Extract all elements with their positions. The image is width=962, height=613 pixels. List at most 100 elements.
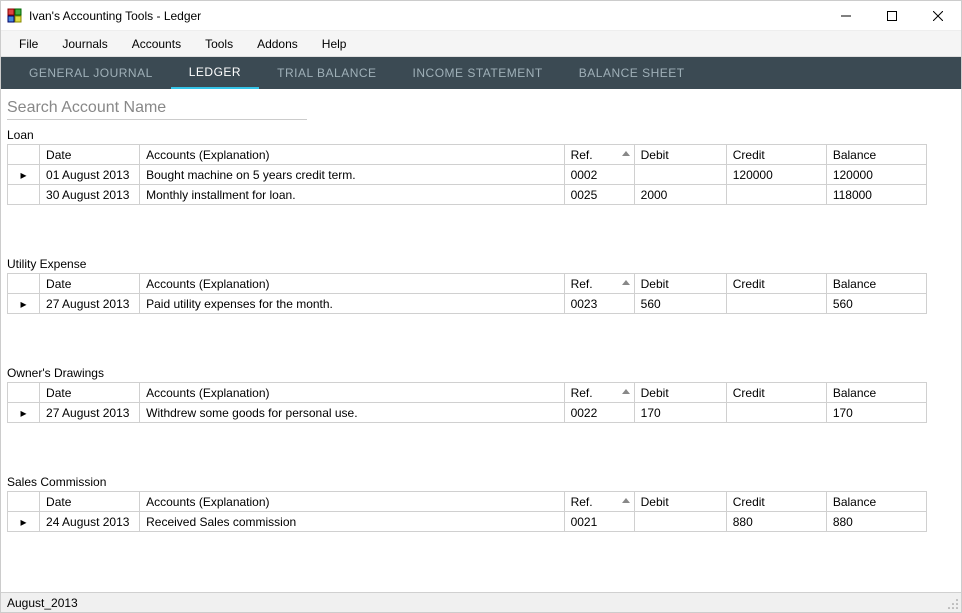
column-header-balance[interactable]: Balance xyxy=(826,492,926,512)
cell-debit[interactable] xyxy=(634,165,726,185)
cell-ref[interactable]: 0025 xyxy=(564,185,634,205)
account-name-label: Loan xyxy=(7,126,961,144)
tab-ledger[interactable]: LEDGER xyxy=(171,57,259,89)
cell-explanation[interactable]: Monthly installment for loan. xyxy=(140,185,564,205)
minimize-button[interactable] xyxy=(823,1,869,31)
cell-balance[interactable]: 880 xyxy=(826,512,926,532)
cell-date[interactable]: 24 August 2013 xyxy=(40,512,140,532)
table-row[interactable]: 30 August 2013Monthly installment for lo… xyxy=(8,185,927,205)
account-name-label: Utility Expense xyxy=(7,255,961,273)
column-header-date[interactable]: Date xyxy=(40,274,140,294)
cell-explanation[interactable]: Bought machine on 5 years credit term. xyxy=(140,165,564,185)
cell-debit[interactable]: 560 xyxy=(634,294,726,314)
cell-date[interactable]: 30 August 2013 xyxy=(40,185,140,205)
row-indicator-icon[interactable]: ▸ xyxy=(8,294,40,314)
column-header-balance[interactable]: Balance xyxy=(826,274,926,294)
cell-explanation[interactable]: Received Sales commission xyxy=(140,512,564,532)
account-section: Utility ExpenseDateAccounts (Explanation… xyxy=(7,255,961,314)
column-header-date[interactable]: Date xyxy=(40,145,140,165)
cell-date[interactable]: 01 August 2013 xyxy=(40,165,140,185)
column-header-credit[interactable]: Credit xyxy=(726,274,826,294)
column-header-ref[interactable]: Ref. xyxy=(564,383,634,403)
cell-ref[interactable]: 0023 xyxy=(564,294,634,314)
cell-date[interactable]: 27 August 2013 xyxy=(40,403,140,423)
row-indicator-icon[interactable]: ▸ xyxy=(8,165,40,185)
cell-ref[interactable]: 0021 xyxy=(564,512,634,532)
close-button[interactable] xyxy=(915,1,961,31)
table-row[interactable]: ▸01 August 2013Bought machine on 5 years… xyxy=(8,165,927,185)
column-header-explanation[interactable]: Accounts (Explanation) xyxy=(140,145,564,165)
column-header-debit[interactable]: Debit xyxy=(634,492,726,512)
app-icon xyxy=(7,8,23,24)
menu-journals[interactable]: Journals xyxy=(50,33,119,55)
column-header-credit[interactable]: Credit xyxy=(726,492,826,512)
column-header-ref[interactable]: Ref. xyxy=(564,274,634,294)
search-bar xyxy=(1,89,961,126)
cell-credit[interactable] xyxy=(726,403,826,423)
cell-balance[interactable]: 118000 xyxy=(826,185,926,205)
cell-debit[interactable]: 170 xyxy=(634,403,726,423)
column-header-row[interactable] xyxy=(8,145,40,165)
column-header-row[interactable] xyxy=(8,492,40,512)
cell-explanation[interactable]: Withdrew some goods for personal use. xyxy=(140,403,564,423)
row-indicator-icon[interactable]: ▸ xyxy=(8,512,40,532)
column-header-row[interactable] xyxy=(8,383,40,403)
cell-credit[interactable]: 880 xyxy=(726,512,826,532)
ledger-table[interactable]: DateAccounts (Explanation)Ref.DebitCredi… xyxy=(7,382,927,423)
tab-trial-balance[interactable]: TRIAL BALANCE xyxy=(259,57,394,89)
table-row[interactable]: ▸27 August 2013Paid utility expenses for… xyxy=(8,294,927,314)
resize-grip-icon[interactable] xyxy=(947,598,959,610)
menu-addons[interactable]: Addons xyxy=(245,33,310,55)
titlebar: Ivan's Accounting Tools - Ledger xyxy=(1,1,961,31)
ledger-table[interactable]: DateAccounts (Explanation)Ref.DebitCredi… xyxy=(7,491,927,532)
column-header-credit[interactable]: Credit xyxy=(726,383,826,403)
column-header-balance[interactable]: Balance xyxy=(826,145,926,165)
column-header-debit[interactable]: Debit xyxy=(634,383,726,403)
column-header-explanation[interactable]: Accounts (Explanation) xyxy=(140,274,564,294)
maximize-button[interactable] xyxy=(869,1,915,31)
column-header-date[interactable]: Date xyxy=(40,492,140,512)
row-indicator-icon[interactable] xyxy=(8,185,40,205)
column-header-explanation[interactable]: Accounts (Explanation) xyxy=(140,383,564,403)
cell-balance[interactable]: 560 xyxy=(826,294,926,314)
column-header-credit[interactable]: Credit xyxy=(726,145,826,165)
menu-help[interactable]: Help xyxy=(310,33,359,55)
account-section: Sales CommissionDateAccounts (Explanatio… xyxy=(7,473,961,532)
column-header-ref[interactable]: Ref. xyxy=(564,145,634,165)
cell-explanation[interactable]: Paid utility expenses for the month. xyxy=(140,294,564,314)
column-header-date[interactable]: Date xyxy=(40,383,140,403)
table-row[interactable]: ▸27 August 2013Withdrew some goods for p… xyxy=(8,403,927,423)
cell-balance[interactable]: 120000 xyxy=(826,165,926,185)
cell-ref[interactable]: 0022 xyxy=(564,403,634,423)
cell-credit[interactable] xyxy=(726,294,826,314)
tab-balance-sheet[interactable]: BALANCE SHEET xyxy=(561,57,703,89)
tab-income-statement[interactable]: INCOME STATEMENT xyxy=(395,57,561,89)
cell-credit[interactable]: 120000 xyxy=(726,165,826,185)
account-name-label: Owner's Drawings xyxy=(7,364,961,382)
ledger-table[interactable]: DateAccounts (Explanation)Ref.DebitCredi… xyxy=(7,273,927,314)
cell-ref[interactable]: 0002 xyxy=(564,165,634,185)
cell-date[interactable]: 27 August 2013 xyxy=(40,294,140,314)
menu-accounts[interactable]: Accounts xyxy=(120,33,193,55)
tab-general-journal[interactable]: GENERAL JOURNAL xyxy=(11,57,171,89)
search-input[interactable] xyxy=(7,97,307,120)
tabbar: GENERAL JOURNAL LEDGER TRIAL BALANCE INC… xyxy=(1,57,961,89)
menubar: File Journals Accounts Tools Addons Help xyxy=(1,31,961,57)
cell-debit[interactable] xyxy=(634,512,726,532)
menu-tools[interactable]: Tools xyxy=(193,33,245,55)
column-header-balance[interactable]: Balance xyxy=(826,383,926,403)
column-header-explanation[interactable]: Accounts (Explanation) xyxy=(140,492,564,512)
column-header-ref[interactable]: Ref. xyxy=(564,492,634,512)
cell-credit[interactable] xyxy=(726,185,826,205)
menu-file[interactable]: File xyxy=(7,33,50,55)
table-row[interactable]: ▸24 August 2013Received Sales commission… xyxy=(8,512,927,532)
window-title: Ivan's Accounting Tools - Ledger xyxy=(29,9,201,23)
column-header-debit[interactable]: Debit xyxy=(634,274,726,294)
ledger-content[interactable]: LoanDateAccounts (Explanation)Ref.DebitC… xyxy=(1,126,961,592)
ledger-table[interactable]: DateAccounts (Explanation)Ref.DebitCredi… xyxy=(7,144,927,205)
column-header-debit[interactable]: Debit xyxy=(634,145,726,165)
column-header-row[interactable] xyxy=(8,274,40,294)
row-indicator-icon[interactable]: ▸ xyxy=(8,403,40,423)
cell-balance[interactable]: 170 xyxy=(826,403,926,423)
cell-debit[interactable]: 2000 xyxy=(634,185,726,205)
